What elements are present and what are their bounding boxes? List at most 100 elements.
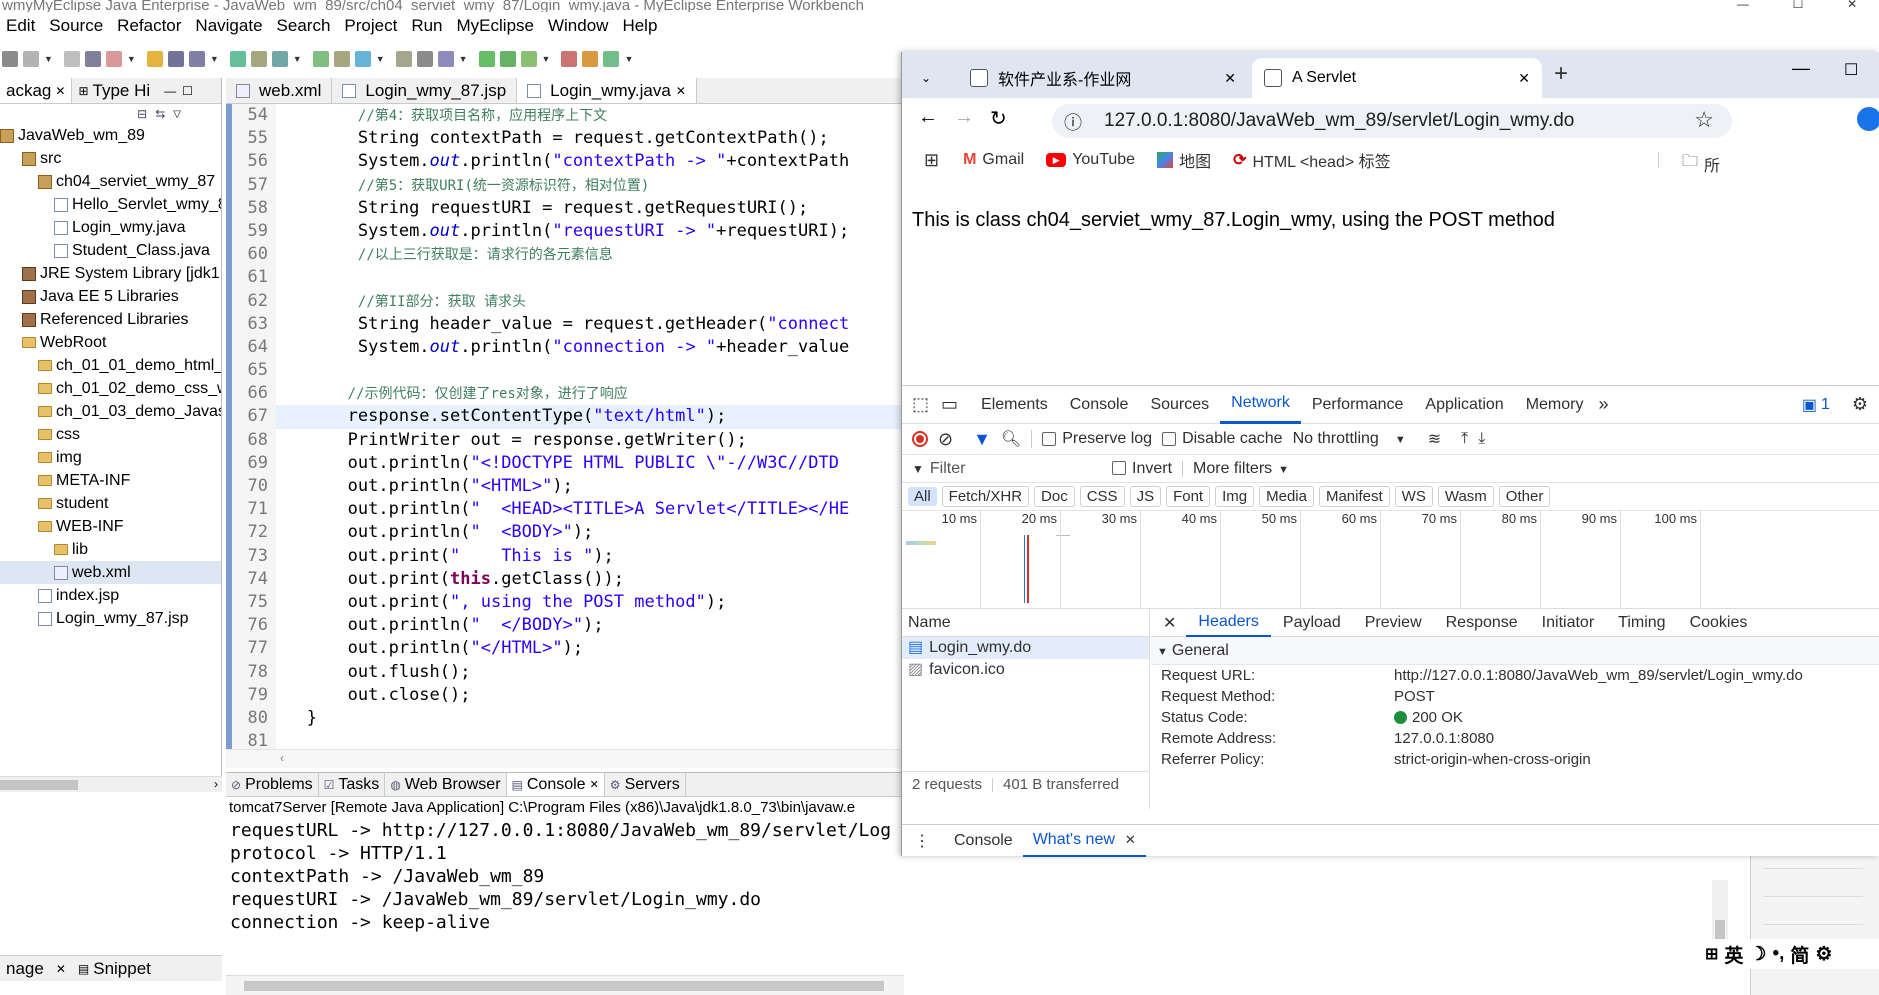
tab-problems[interactable]: ⊘ Problems xyxy=(226,773,319,796)
tree-item[interactable]: ch04_serviet_wmy_87 xyxy=(0,170,221,193)
minimize-icon[interactable]: — xyxy=(1792,58,1810,79)
preserve-log-checkbox[interactable]: Preserve log xyxy=(1042,430,1152,448)
type-filter-img[interactable]: Img xyxy=(1215,486,1255,507)
request-row[interactable]: ▤ Login_wmy.do xyxy=(902,637,1149,659)
maximize-icon[interactable]: ☐ xyxy=(1844,60,1858,80)
dropdown-arrow-icon[interactable]: ▼ xyxy=(376,54,385,64)
toolbar-icon-3[interactable] xyxy=(84,51,101,67)
tab-search-icon[interactable]: ⌄ xyxy=(914,66,938,90)
bookmark-star-icon[interactable]: ☆ xyxy=(1694,107,1714,133)
toolbar-icon-20[interactable] xyxy=(561,51,578,67)
ime-toolbar[interactable]: ⊞ 英 ☽ •, 简 ⚙ xyxy=(1701,939,1879,969)
code-area[interactable]: //第4：获取项目名称，应用程序上下文 String contextPath =… xyxy=(276,104,904,759)
header-value[interactable]: strict-origin-when-cross-origin xyxy=(1394,749,1591,770)
menu-edit[interactable]: Edit xyxy=(6,16,35,36)
type-filter-js[interactable]: JS xyxy=(1129,486,1162,507)
browser-tab-homework[interactable]: 软件产业系-作业网 ✕ xyxy=(958,58,1248,98)
tree-item[interactable]: student xyxy=(0,492,221,515)
import-har-icon[interactable]: ⤒ xyxy=(1461,430,1468,448)
dropdown-arrow-icon[interactable]: ▼ xyxy=(210,54,219,64)
menu-myeclipse[interactable]: MyEclipse xyxy=(457,16,534,36)
detail-tab-preview[interactable]: Preview xyxy=(1353,609,1434,637)
toolbar-icon-13[interactable] xyxy=(354,51,371,67)
drawer-tab-whats-new[interactable]: What's new ✕ xyxy=(1022,825,1146,857)
scroll-right-icon[interactable]: › xyxy=(214,777,218,791)
devtools-tab-elements[interactable]: Elements xyxy=(970,386,1059,424)
toolbar-icon-14[interactable] xyxy=(395,51,412,67)
toolbar-icon-9[interactable] xyxy=(250,51,267,67)
maximize-icon[interactable]: ☐ xyxy=(1793,0,1804,12)
tree-item[interactable]: Login_wmy_87.jsp xyxy=(0,607,221,630)
dropdown-arrow-icon[interactable]: ▼ xyxy=(44,54,53,64)
toolbar-icon-7[interactable] xyxy=(188,51,205,67)
minimize-icon[interactable]: — xyxy=(164,84,176,98)
close-icon[interactable]: ✕ xyxy=(590,778,599,791)
close-icon[interactable]: ✕ xyxy=(56,962,66,976)
devtools-tab-memory[interactable]: Memory xyxy=(1515,386,1595,424)
detail-tab-payload[interactable]: Payload xyxy=(1271,609,1353,637)
menu-search[interactable]: Search xyxy=(277,16,331,36)
type-filter-ws[interactable]: WS xyxy=(1394,486,1433,507)
tab-console[interactable]: ▤ Console ✕ xyxy=(506,773,605,796)
dropdown-arrow-icon[interactable]: ▼ xyxy=(542,54,551,64)
header-value[interactable]: POST xyxy=(1394,686,1435,707)
tree-item[interactable]: web.xml xyxy=(0,561,221,584)
tree-item[interactable]: index.jsp xyxy=(0,584,221,607)
toolbar-icon-8[interactable] xyxy=(229,51,246,67)
toolbar-icon-15[interactable] xyxy=(416,51,433,67)
bookmark-youtube[interactable]: ▶ YouTube xyxy=(1046,151,1135,169)
type-filter-all[interactable]: All xyxy=(908,487,937,506)
drawer-tab-console[interactable]: Console xyxy=(944,832,1023,850)
devtools-tab-sources[interactable]: Sources xyxy=(1139,386,1220,424)
network-timeline[interactable]: 10 ms 20 ms 30 ms 40 ms 50 ms 60 ms 70 ms 80 ms… xyxy=(902,511,1879,609)
close-icon[interactable]: ✕ xyxy=(1847,0,1857,12)
tree-item[interactable]: WebRoot xyxy=(0,331,221,354)
type-filter-manifest[interactable]: Manifest xyxy=(1318,486,1390,507)
type-filter-font[interactable]: Font xyxy=(1166,486,1211,507)
toolbar-icon-19[interactable] xyxy=(520,51,537,67)
filter-input[interactable]: ▼ Filter xyxy=(912,460,1112,478)
close-icon[interactable]: ✕ xyxy=(676,84,686,98)
toolbar-icon-4[interactable] xyxy=(105,51,122,67)
tree-item[interactable]: ch_01_03_demo_Javascı xyxy=(0,400,221,423)
editor-hscrollbar[interactable]: ‹ xyxy=(226,749,904,768)
dropdown-arrow-icon[interactable]: ▼ xyxy=(459,54,468,64)
tree-item[interactable]: Hello_Servlet_wmy_8 xyxy=(0,193,221,216)
detail-tab-response[interactable]: Response xyxy=(1434,609,1530,637)
tab-web-xml[interactable]: web.xml xyxy=(226,78,333,103)
ime-punct-icon[interactable]: •, xyxy=(1772,943,1784,965)
issues-badge[interactable]: ▣ 1 xyxy=(1802,395,1830,415)
close-icon[interactable]: ✕ xyxy=(1518,70,1530,87)
devtools-tab-application[interactable]: Application xyxy=(1414,386,1514,424)
toolbar-icon-10[interactable] xyxy=(271,51,288,67)
bookmark-gmail[interactable]: M Gmail xyxy=(963,151,1024,169)
type-filter-media[interactable]: Media xyxy=(1259,486,1314,507)
tab-package-explorer[interactable]: ackag ✕ xyxy=(0,78,73,103)
view-menu-icon[interactable]: ▽ xyxy=(173,109,181,120)
toolbar-icon-12[interactable] xyxy=(333,51,350,67)
browser-tab-servlet[interactable]: A Servlet ✕ xyxy=(1252,58,1542,98)
device-toolbar-icon[interactable]: ▭ xyxy=(941,394,958,415)
tab-snippets[interactable]: ▤ Snippet xyxy=(72,959,157,979)
header-value[interactable]: 200 OK xyxy=(1394,707,1463,728)
tree-item[interactable]: WEB-INF xyxy=(0,515,221,538)
toolbar-icon-21[interactable] xyxy=(582,51,599,67)
devtools-tab-console[interactable]: Console xyxy=(1059,386,1140,424)
record-icon[interactable] xyxy=(912,431,928,447)
profile-icon[interactable] xyxy=(1857,107,1879,131)
url-text[interactable]: 127.0.0.1:8080/JavaWeb_wm_89/servlet/Log… xyxy=(1104,110,1574,132)
detail-tab-timing[interactable]: Timing xyxy=(1606,609,1677,637)
name-column-header[interactable]: Name xyxy=(902,609,1149,637)
tab-web-browser[interactable]: ◍ Web Browser xyxy=(385,773,507,796)
toolbar-icon-11[interactable] xyxy=(312,51,329,67)
toolbar-icon-6[interactable] xyxy=(167,51,184,67)
tree-item[interactable]: Referenced Libraries xyxy=(0,308,221,331)
filter-icon[interactable]: ▼ xyxy=(973,429,991,450)
tab-tasks[interactable]: ☑ Tasks xyxy=(319,773,386,796)
ime-settings-icon[interactable]: ⚙ xyxy=(1815,943,1832,966)
tree-item[interactable]: JRE System Library [jdk1.8. xyxy=(0,262,221,285)
devtools-settings-icon[interactable]: ⚙ xyxy=(1852,394,1868,415)
detail-tab-initiator[interactable]: Initiator xyxy=(1530,609,1606,637)
tree-item[interactable]: META-INF xyxy=(0,469,221,492)
minimize-icon[interactable]: — xyxy=(1737,0,1749,12)
